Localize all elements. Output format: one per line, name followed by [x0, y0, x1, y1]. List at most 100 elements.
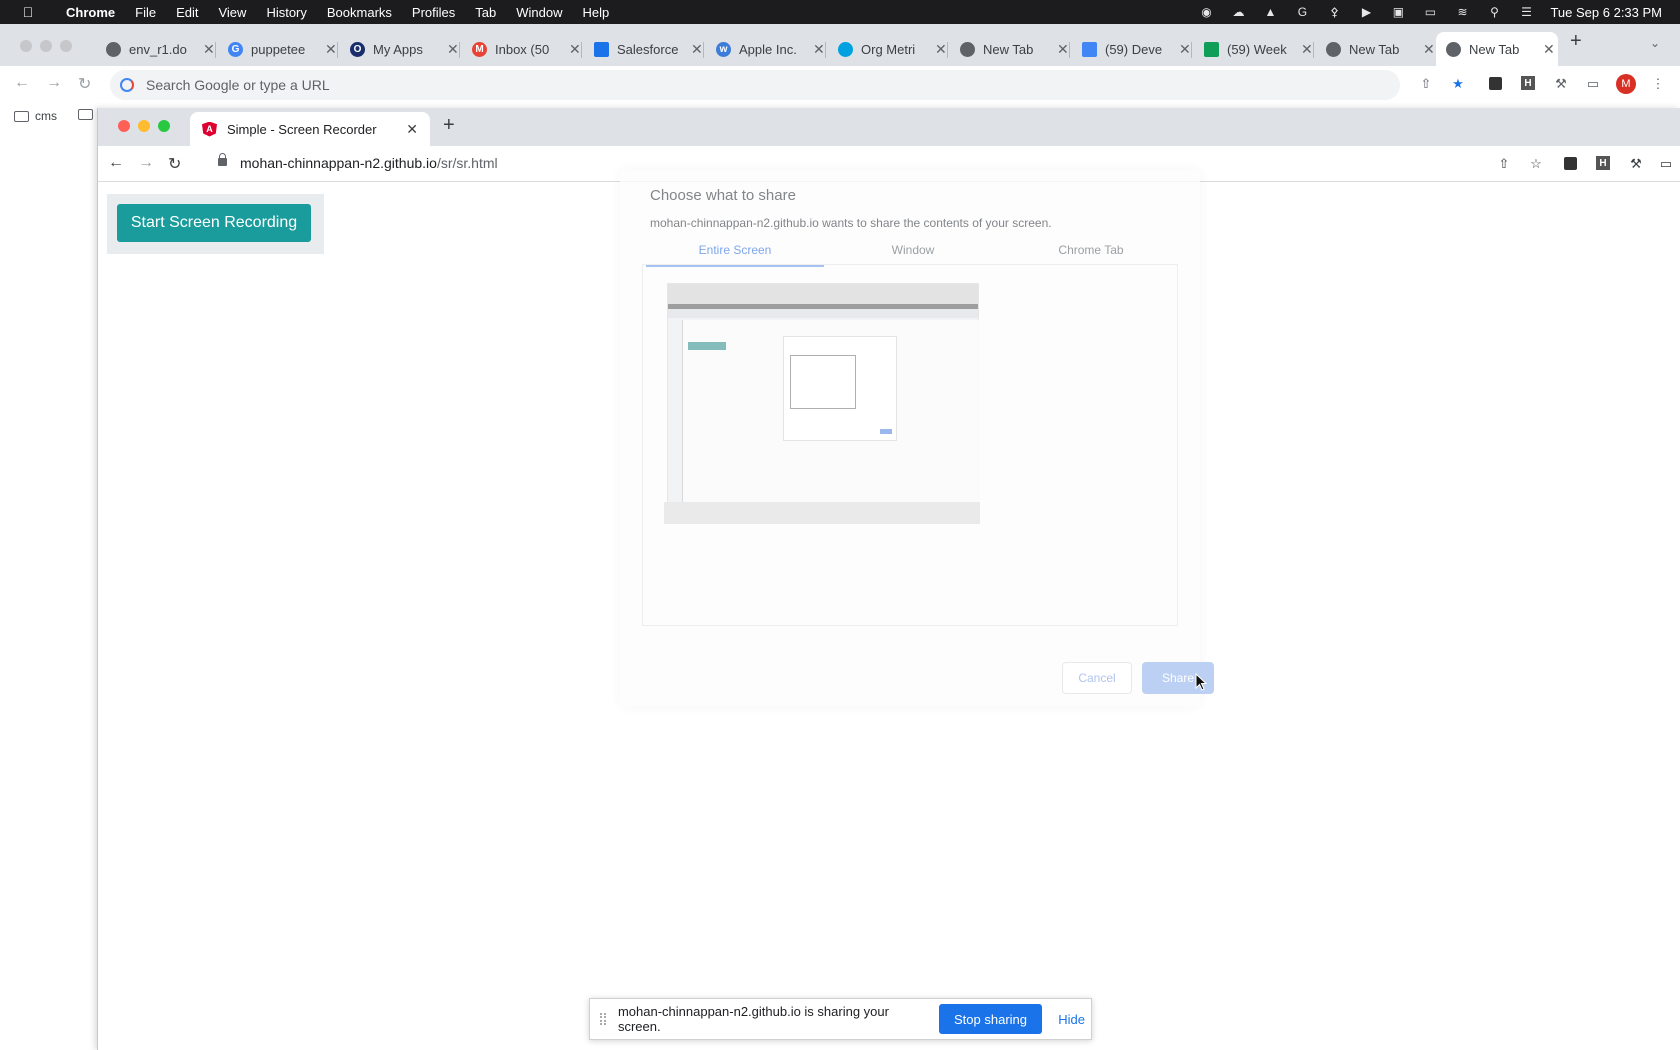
outer-tab-strip: env_r1.do ✕ Gpuppetee ✕ O My Apps ✕ M Inbox (… — [0, 24, 1680, 66]
share-icon[interactable]: ⇧ — [1418, 76, 1434, 92]
menu-window[interactable]: Window — [506, 5, 572, 20]
close-icon[interactable]: ✕ — [1543, 41, 1555, 58]
menu-view[interactable]: View — [208, 5, 256, 20]
start-screen-recording-button[interactable]: Start Screen Recording — [117, 204, 311, 242]
profile-avatar[interactable]: M — [1616, 74, 1636, 94]
close-icon[interactable]: ✕ — [447, 41, 459, 58]
side-panel-icon[interactable]: ▭ — [1585, 76, 1601, 92]
extension-bookmark-icon[interactable] — [1564, 157, 1577, 170]
outer-tab[interactable]: New Tab ✕ — [1316, 32, 1435, 66]
outer-tab[interactable]: (59) Deve ✕ — [1072, 32, 1191, 66]
cloud-icon[interactable]: ☁ — [1230, 5, 1246, 19]
inner-minimize-button[interactable] — [138, 120, 150, 132]
reload-icon[interactable]: ↻ — [168, 154, 181, 174]
doc-icon — [594, 41, 609, 57]
wifi-icon[interactable]: ≋ — [1454, 5, 1470, 19]
outer-tab[interactable]: M Inbox (50 ✕ — [462, 32, 581, 66]
inner-address-bar[interactable]: mohan-chinnappan-n2.github.io/sr/sr.html — [240, 155, 498, 171]
outer-tab-active[interactable]: New Tab ✕ — [1436, 32, 1558, 66]
bookmark-folder[interactable] — [78, 109, 99, 120]
extensions-puzzle-icon[interactable]: ⚒ — [1553, 76, 1569, 92]
battery-icon[interactable]: ▭ — [1422, 5, 1438, 19]
extension-h-icon[interactable]: H — [1596, 156, 1610, 170]
tab-window[interactable]: Window — [824, 243, 1002, 265]
reload-icon[interactable]: ↻ — [78, 74, 91, 94]
back-arrow-icon[interactable]: ← — [108, 154, 124, 172]
tab-search-chevron-icon[interactable]: ⌄ — [1650, 36, 1660, 50]
outer-tab[interactable]: New Tab ✕ — [950, 32, 1069, 66]
outer-tab-title: (59) Week — [1227, 41, 1287, 57]
screen-thumbnail[interactable] — [664, 283, 980, 524]
menu-edit[interactable]: Edit — [166, 5, 208, 20]
forward-arrow-icon[interactable]: → — [138, 154, 154, 172]
search-icon[interactable]: ⚲ — [1486, 5, 1502, 19]
menubar-clock[interactable]: Tue Sep 6 2:33 PM — [1550, 5, 1662, 20]
close-icon[interactable]: ✕ — [813, 41, 825, 58]
outer-tab[interactable]: (59) Week ✕ — [1194, 32, 1313, 66]
omnibox[interactable]: Search Google or type a URL — [110, 70, 1400, 100]
hide-link[interactable]: Hide — [1052, 1008, 1091, 1031]
outer-tab[interactable]: Org Metri ✕ — [828, 32, 947, 66]
menu-chrome[interactable]: Chrome — [56, 5, 125, 20]
stop-sharing-button[interactable]: Stop sharing — [938, 1004, 1043, 1034]
close-icon[interactable]: ✕ — [1301, 41, 1313, 58]
close-icon[interactable]: ✕ — [569, 41, 581, 58]
close-icon[interactable]: ✕ — [935, 41, 947, 58]
lock-icon[interactable] — [218, 153, 227, 166]
outer-tab[interactable]: Salesforce ✕ — [584, 32, 703, 66]
play-icon[interactable]: ▶ — [1358, 5, 1374, 19]
outer-tab[interactable]: O My Apps ✕ — [340, 32, 459, 66]
bookmark-folder-cms[interactable]: cms — [14, 109, 57, 123]
outer-tab-title: Apple Inc. — [739, 41, 797, 57]
outer-tab-title: (59) Deve — [1105, 41, 1163, 57]
bookmark-star-icon[interactable]: ★ — [1450, 76, 1466, 92]
apple-menu-icon[interactable]:  — [0, 4, 56, 20]
window-close-button[interactable] — [20, 40, 32, 52]
inner-close-button[interactable] — [118, 120, 130, 132]
window-minimize-button[interactable] — [40, 40, 52, 52]
bookmark-label: cms — [35, 109, 57, 123]
bookmark-star-icon[interactable]: ☆ — [1528, 156, 1544, 172]
back-arrow-icon[interactable]: ← — [14, 74, 30, 92]
new-tab-plus-icon[interactable]: + — [443, 114, 455, 137]
cancel-button[interactable]: Cancel — [1062, 662, 1132, 694]
menu-tab[interactable]: Tab — [465, 5, 506, 20]
window-zoom-button[interactable] — [60, 40, 72, 52]
share-screen-dialog: Choose what to share mohan-chinnappan-n2… — [620, 170, 1214, 706]
grammarly-icon[interactable]: G — [1294, 5, 1310, 19]
outer-tab[interactable]: w Apple Inc. ✕ — [706, 32, 825, 66]
outer-tab[interactable]: Gpuppetee ✕ — [218, 32, 337, 66]
control-center-icon[interactable]: ☰ — [1518, 5, 1534, 19]
close-icon[interactable]: ✕ — [691, 41, 703, 58]
key-icon[interactable]: ⚴ — [1326, 5, 1342, 19]
menu-file[interactable]: File — [125, 5, 166, 20]
extensions-puzzle-icon[interactable]: ⚒ — [1628, 156, 1644, 172]
close-icon[interactable]: ✕ — [1057, 41, 1069, 58]
kebab-menu-icon[interactable]: ⋮ — [1650, 76, 1666, 92]
extension-h-icon[interactable]: H — [1521, 76, 1535, 90]
notification-icon[interactable]: ▲ — [1262, 5, 1278, 19]
menu-profiles[interactable]: Profiles — [402, 5, 465, 20]
side-panel-icon[interactable]: ▭ — [1658, 156, 1674, 172]
share-icon[interactable]: ⇧ — [1496, 156, 1512, 172]
start-button-container: Start Screen Recording — [107, 194, 324, 254]
drag-handle-icon[interactable] — [600, 1013, 606, 1025]
outer-tab[interactable]: env_r1.do ✕ — [96, 32, 215, 66]
close-icon[interactable]: ✕ — [203, 41, 215, 58]
inner-tab-active[interactable]: A Simple - Screen Recorder ✕ — [190, 112, 430, 146]
close-icon[interactable]: ✕ — [325, 41, 337, 58]
tab-chrome-tab[interactable]: Chrome Tab — [1002, 243, 1180, 265]
menu-history[interactable]: History — [256, 5, 316, 20]
status-app-icon[interactable]: ◉ — [1198, 5, 1214, 19]
display-icon[interactable]: ▣ — [1390, 5, 1406, 19]
google-icon: G — [228, 41, 243, 57]
close-icon[interactable]: ✕ — [1179, 41, 1191, 58]
close-icon[interactable]: ✕ — [406, 121, 418, 138]
menu-bookmarks[interactable]: Bookmarks — [317, 5, 402, 20]
inner-zoom-button[interactable] — [158, 120, 170, 132]
extension-bookmark-icon[interactable] — [1489, 77, 1502, 90]
forward-arrow-icon[interactable]: → — [46, 74, 62, 92]
close-icon[interactable]: ✕ — [1423, 41, 1435, 58]
menu-help[interactable]: Help — [573, 5, 620, 20]
new-tab-plus-icon[interactable]: + — [1570, 30, 1582, 53]
